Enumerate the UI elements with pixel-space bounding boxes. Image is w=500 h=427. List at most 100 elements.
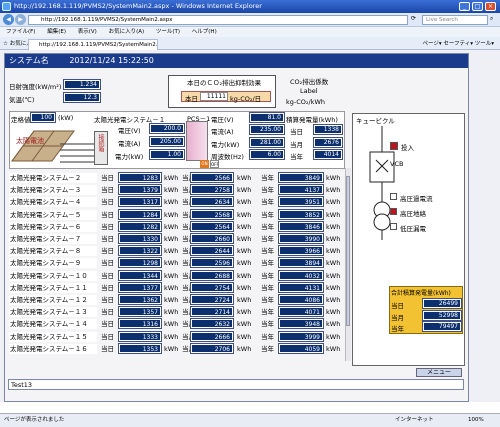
menu-view[interactable]: 表示(V) <box>78 29 97 35</box>
pcs-on-indicator: ON <box>200 160 209 168</box>
row-today-value: 1283 <box>118 172 162 183</box>
pcs-voltage-label: 電圧(V) <box>211 116 234 124</box>
co2-factor-unit: kg-CO₂/kWh <box>286 98 325 106</box>
row-month-value: 2566 <box>190 172 234 183</box>
system-row: 太陽光発電システム－１０ 当日 1344 kWh 当月 2688 kWh 当年 4032 kWh <box>9 269 345 282</box>
message-box: Test13 <box>8 379 464 390</box>
row-today-unit: kWh <box>164 320 179 329</box>
minimize-button[interactable]: _ <box>459 2 470 11</box>
row-year-label: 当年 <box>261 308 274 317</box>
row-year-label: 当年 <box>261 174 274 182</box>
alarm2-label: 高圧地絡 <box>400 210 426 218</box>
row-year-unit: kWh <box>326 320 341 329</box>
row-today-label: 当日 <box>101 259 114 268</box>
solar-panel-label: 太陽電池 <box>16 137 44 145</box>
row-today-unit: kWh <box>164 222 179 231</box>
row-year-label: 当年 <box>261 222 274 231</box>
closed-label: 投入 <box>401 144 414 152</box>
menu-help[interactable]: ヘルプ(H) <box>192 29 217 35</box>
system-row-name: 太陽光発電システム－９ <box>9 258 97 269</box>
maximize-button[interactable]: □ <box>472 2 483 11</box>
row-year-unit: kWh <box>326 247 341 256</box>
forward-icon[interactable]: ▶ <box>15 14 26 25</box>
sys1-current-label: 電流(A) <box>118 140 141 148</box>
row-year-value: 3852 <box>278 208 324 220</box>
system-row-name: 太陽光発電システム－１１ <box>9 282 97 293</box>
system-name: システム名 <box>9 56 49 65</box>
system-row-name: 太陽光発電システム－１４ <box>9 319 97 330</box>
row-today-unit: kWh <box>164 259 179 268</box>
row-year-value: 4131 <box>278 281 324 293</box>
menu-favorites[interactable]: お気に入り(A) <box>109 29 145 35</box>
close-button[interactable]: × <box>485 2 496 11</box>
system-row: 太陽光発電システム－６ 当日 1282 kWh 当月 2564 kWh 当年 3846 kWh <box>9 220 345 233</box>
row-month-value: 2644 <box>190 245 234 257</box>
row-today-value: 1362 <box>118 294 162 305</box>
row-year-label: 当年 <box>261 344 274 353</box>
total-today-value: 26499 <box>422 298 462 309</box>
row-today-label: 当日 <box>101 198 114 207</box>
row-today-label: 当日 <box>101 210 114 219</box>
row-today-label: 当日 <box>101 247 114 256</box>
system-row-name: 太陽光発電システム－１６ <box>9 343 97 354</box>
list-scrollbar-thumb[interactable] <box>346 176 350 326</box>
row-month-value: 2632 <box>190 318 234 330</box>
system-row-name: 太陽光発電システム－１５ <box>9 331 97 342</box>
pcs-power-label: 電力(kW) <box>211 141 240 149</box>
menu-button[interactable]: メニュー <box>416 368 462 377</box>
menu-file[interactable]: ファイル(F) <box>6 29 35 35</box>
row-year-value: 3966 <box>278 245 324 257</box>
pcs-current-label: 電流(A) <box>211 128 234 136</box>
row-today-unit: kWh <box>164 210 179 219</box>
address-text: http://192.168.1.119/PVMS2/SystemMain2.a… <box>41 17 173 23</box>
co2-factor-label: Label <box>300 87 318 95</box>
row-year-value: 3990 <box>278 233 324 244</box>
wiring-arrows-icon <box>60 143 94 163</box>
row-today-unit: kWh <box>164 198 179 207</box>
refresh-icon[interactable]: ⟳ <box>411 15 416 22</box>
alarm2-indicator-icon <box>390 208 397 215</box>
row-today-unit: kWh <box>164 186 179 195</box>
acc-today-label: 当日 <box>290 128 303 136</box>
row-today-label: 当日 <box>101 332 114 341</box>
row-today-value: 1379 <box>118 184 162 196</box>
system-row: 太陽光発電システム－１３ 当日 1357 kWh 当月 2714 kWh 当年 4071 kWh <box>9 306 345 318</box>
search-icon[interactable]: ⌕ <box>490 15 493 23</box>
row-year-value: 3951 <box>278 196 324 208</box>
row-year-unit: kWh <box>326 283 341 292</box>
row-today-label: 当日 <box>101 186 114 195</box>
row-today-unit: kWh <box>164 271 179 280</box>
address-bar[interactable]: http://192.168.1.119/PVMS2/SystemMain2.a… <box>28 15 408 25</box>
row-year-label: 当年 <box>261 320 274 329</box>
temperature-value: 12.3 <box>63 92 101 103</box>
back-icon[interactable]: ◀ <box>3 14 14 25</box>
row-year-unit: kWh <box>326 174 341 182</box>
menu-edit[interactable]: 編集(E) <box>47 29 66 35</box>
row-today-value: 1284 <box>118 208 162 220</box>
system-row: 太陽光発電システム－１２ 当日 1362 kWh 当月 2724 kWh 当年 4086 kWh <box>9 294 345 306</box>
temperature-label: 気温(℃) <box>9 96 35 104</box>
row-year-label: 当年 <box>261 186 274 195</box>
menu-tools[interactable]: ツール(T) <box>156 29 180 35</box>
total-month-value: 52998 <box>422 310 462 321</box>
tab-system-main[interactable]: http://192.168.1.119/PVMS2/SystemMain2.a… <box>28 39 158 50</box>
toolbar-commands[interactable]: ページ▾ セーフティ▾ ツール▾ <box>422 39 494 49</box>
system-row: 太陽光発電システム－１４ 当日 1316 kWh 当月 2632 kWh 当年 3948 kWh <box>9 318 345 330</box>
row-month-value: 2564 <box>190 220 234 232</box>
total-today-label: 当日 <box>391 302 404 310</box>
pcs-frequency-label: 周波数(Hz) <box>211 153 244 161</box>
browser-status-bar: ページが表示されました インターネット 100% <box>0 413 500 427</box>
row-month-unit: kWh <box>237 222 252 231</box>
row-year-label: 当年 <box>261 210 274 219</box>
row-today-label: 当日 <box>101 296 114 304</box>
system-row: 太陽光発電システム－１１ 当日 1377 kWh 当月 2754 kWh 当年 4131 kWh <box>9 281 345 294</box>
row-today-value: 1357 <box>118 306 162 318</box>
row-month-unit: kWh <box>237 344 252 353</box>
search-input[interactable]: Live Search <box>422 15 488 25</box>
row-month-unit: kWh <box>237 283 252 292</box>
zoom-level[interactable]: 100% <box>468 414 484 427</box>
row-month-value: 2568 <box>190 208 234 220</box>
rated-unit: (kW) <box>58 114 74 122</box>
datetime: 2012/11/24 15:22:50 <box>69 56 154 65</box>
row-today-value: 1298 <box>118 257 162 269</box>
